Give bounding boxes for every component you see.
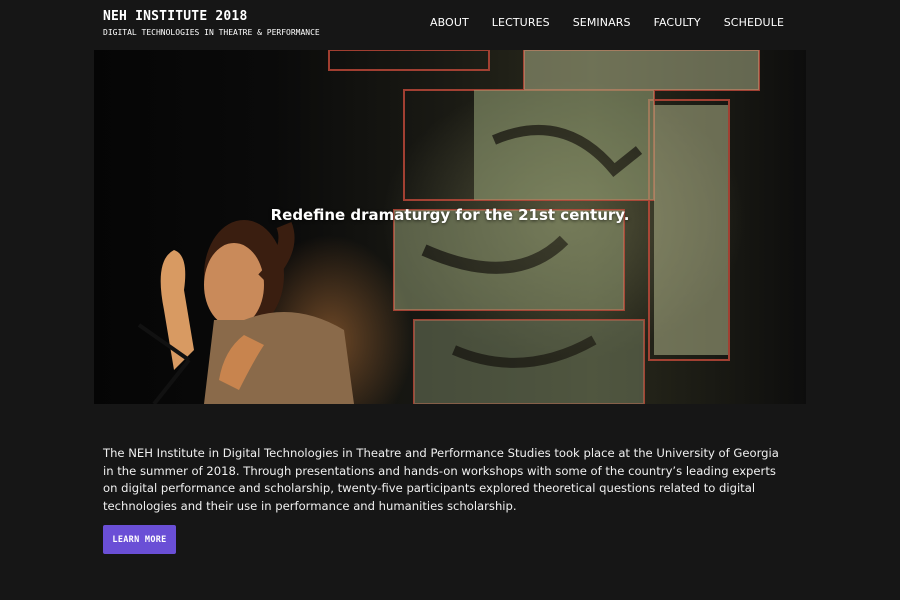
nav-item-lectures[interactable]: LECTURES (492, 16, 550, 29)
projected-face (394, 50, 759, 404)
page: NEH INSTITUTE 2018 DIGITAL TECHNOLOGIES … (0, 0, 900, 600)
learn-more-button[interactable]: LEARN MORE (103, 525, 176, 554)
nav-item-schedule[interactable]: SCHEDULE (724, 16, 784, 29)
performer-silhouette (160, 220, 354, 404)
nav-item-faculty[interactable]: FACULTY (654, 16, 701, 29)
hero-tagline: Redefine dramaturgy for the 21st century… (270, 206, 630, 224)
hero-photo-illustration (137, 50, 760, 404)
nav-item-seminars[interactable]: SEMINARS (573, 16, 631, 29)
site-title[interactable]: NEH INSTITUTE 2018 (103, 9, 247, 24)
nav-item-about[interactable]: ABOUT (430, 16, 469, 29)
site-header: NEH INSTITUTE 2018 DIGITAL TECHNOLOGIES … (0, 0, 900, 50)
intro-paragraph: The NEH Institute in Digital Technologie… (103, 446, 779, 514)
hero-image: Redefine dramaturgy for the 21st century… (94, 50, 806, 404)
main-nav: ABOUT LECTURES SEMINARS FACULTY SCHEDULE (407, 16, 784, 29)
site-subtitle: DIGITAL TECHNOLOGIES IN THEATRE & PERFOR… (103, 28, 320, 37)
